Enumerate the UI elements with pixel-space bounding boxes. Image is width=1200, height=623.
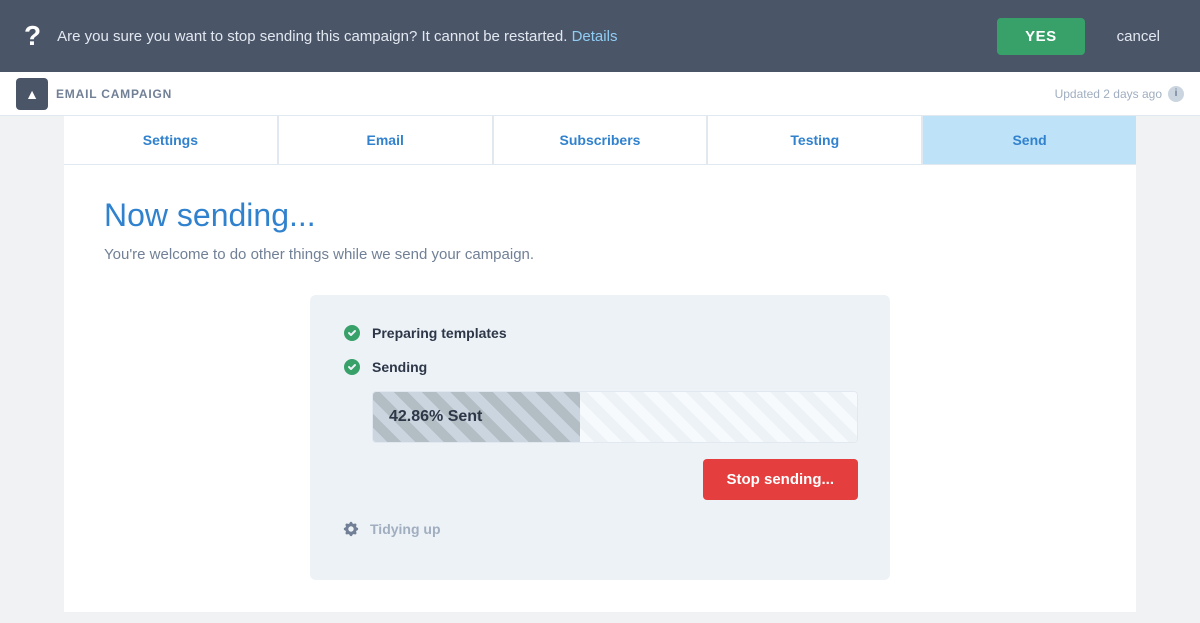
collapse-button[interactable]: ▲	[16, 78, 48, 110]
progress-label: 42.86% Sent	[389, 408, 482, 426]
check-icon-preparing	[342, 323, 362, 343]
status-preparing-label: Preparing templates	[372, 325, 507, 341]
main-content: Now sending... You're welcome to do othe…	[64, 165, 1136, 612]
status-tidying-label: Tidying up	[370, 521, 441, 537]
status-sending-label: Sending	[372, 359, 427, 375]
stop-sending-button[interactable]: Stop sending...	[703, 459, 859, 500]
step-email[interactable]: Email	[279, 116, 492, 164]
question-mark-icon: ?	[24, 20, 41, 52]
steps-bar: Settings Email Subscribers Testing Send	[64, 116, 1136, 165]
updated-info: Updated 2 days ago i	[1055, 86, 1184, 102]
now-sending-title: Now sending...	[104, 197, 1096, 234]
confirmation-banner: ? Are you sure you want to stop sending …	[0, 0, 1200, 72]
progress-bar-container: 42.86% Sent	[372, 391, 858, 443]
gear-icon-tidying	[342, 520, 360, 538]
stop-button-row: Stop sending...	[342, 459, 858, 500]
cancel-button[interactable]: cancel	[1101, 18, 1176, 55]
status-tidying: Tidying up	[342, 520, 858, 538]
status-preparing: Preparing templates	[342, 323, 858, 343]
step-settings[interactable]: Settings	[64, 116, 277, 164]
updated-text: Updated 2 days ago	[1055, 87, 1162, 101]
progress-fill: 42.86% Sent	[373, 392, 580, 442]
progress-remaining	[580, 392, 857, 442]
check-icon-sending	[342, 357, 362, 377]
subtitle: You're welcome to do other things while …	[104, 246, 1096, 263]
header-bar: ▲ EMAIL CAMPAIGN Updated 2 days ago i	[0, 72, 1200, 116]
step-send[interactable]: Send	[923, 116, 1136, 164]
status-sending: Sending	[342, 357, 858, 377]
yes-button[interactable]: YES	[997, 18, 1085, 55]
header-left: ▲ EMAIL CAMPAIGN	[16, 78, 172, 110]
campaign-type-label: EMAIL CAMPAIGN	[56, 87, 172, 101]
details-link[interactable]: Details	[572, 28, 618, 45]
step-subscribers[interactable]: Subscribers	[494, 116, 707, 164]
info-icon: i	[1168, 86, 1184, 102]
banner-message: Are you sure you want to stop sending th…	[57, 28, 981, 45]
status-card: Preparing templates Sending 42.86% Sent …	[310, 295, 890, 580]
step-testing[interactable]: Testing	[708, 116, 921, 164]
